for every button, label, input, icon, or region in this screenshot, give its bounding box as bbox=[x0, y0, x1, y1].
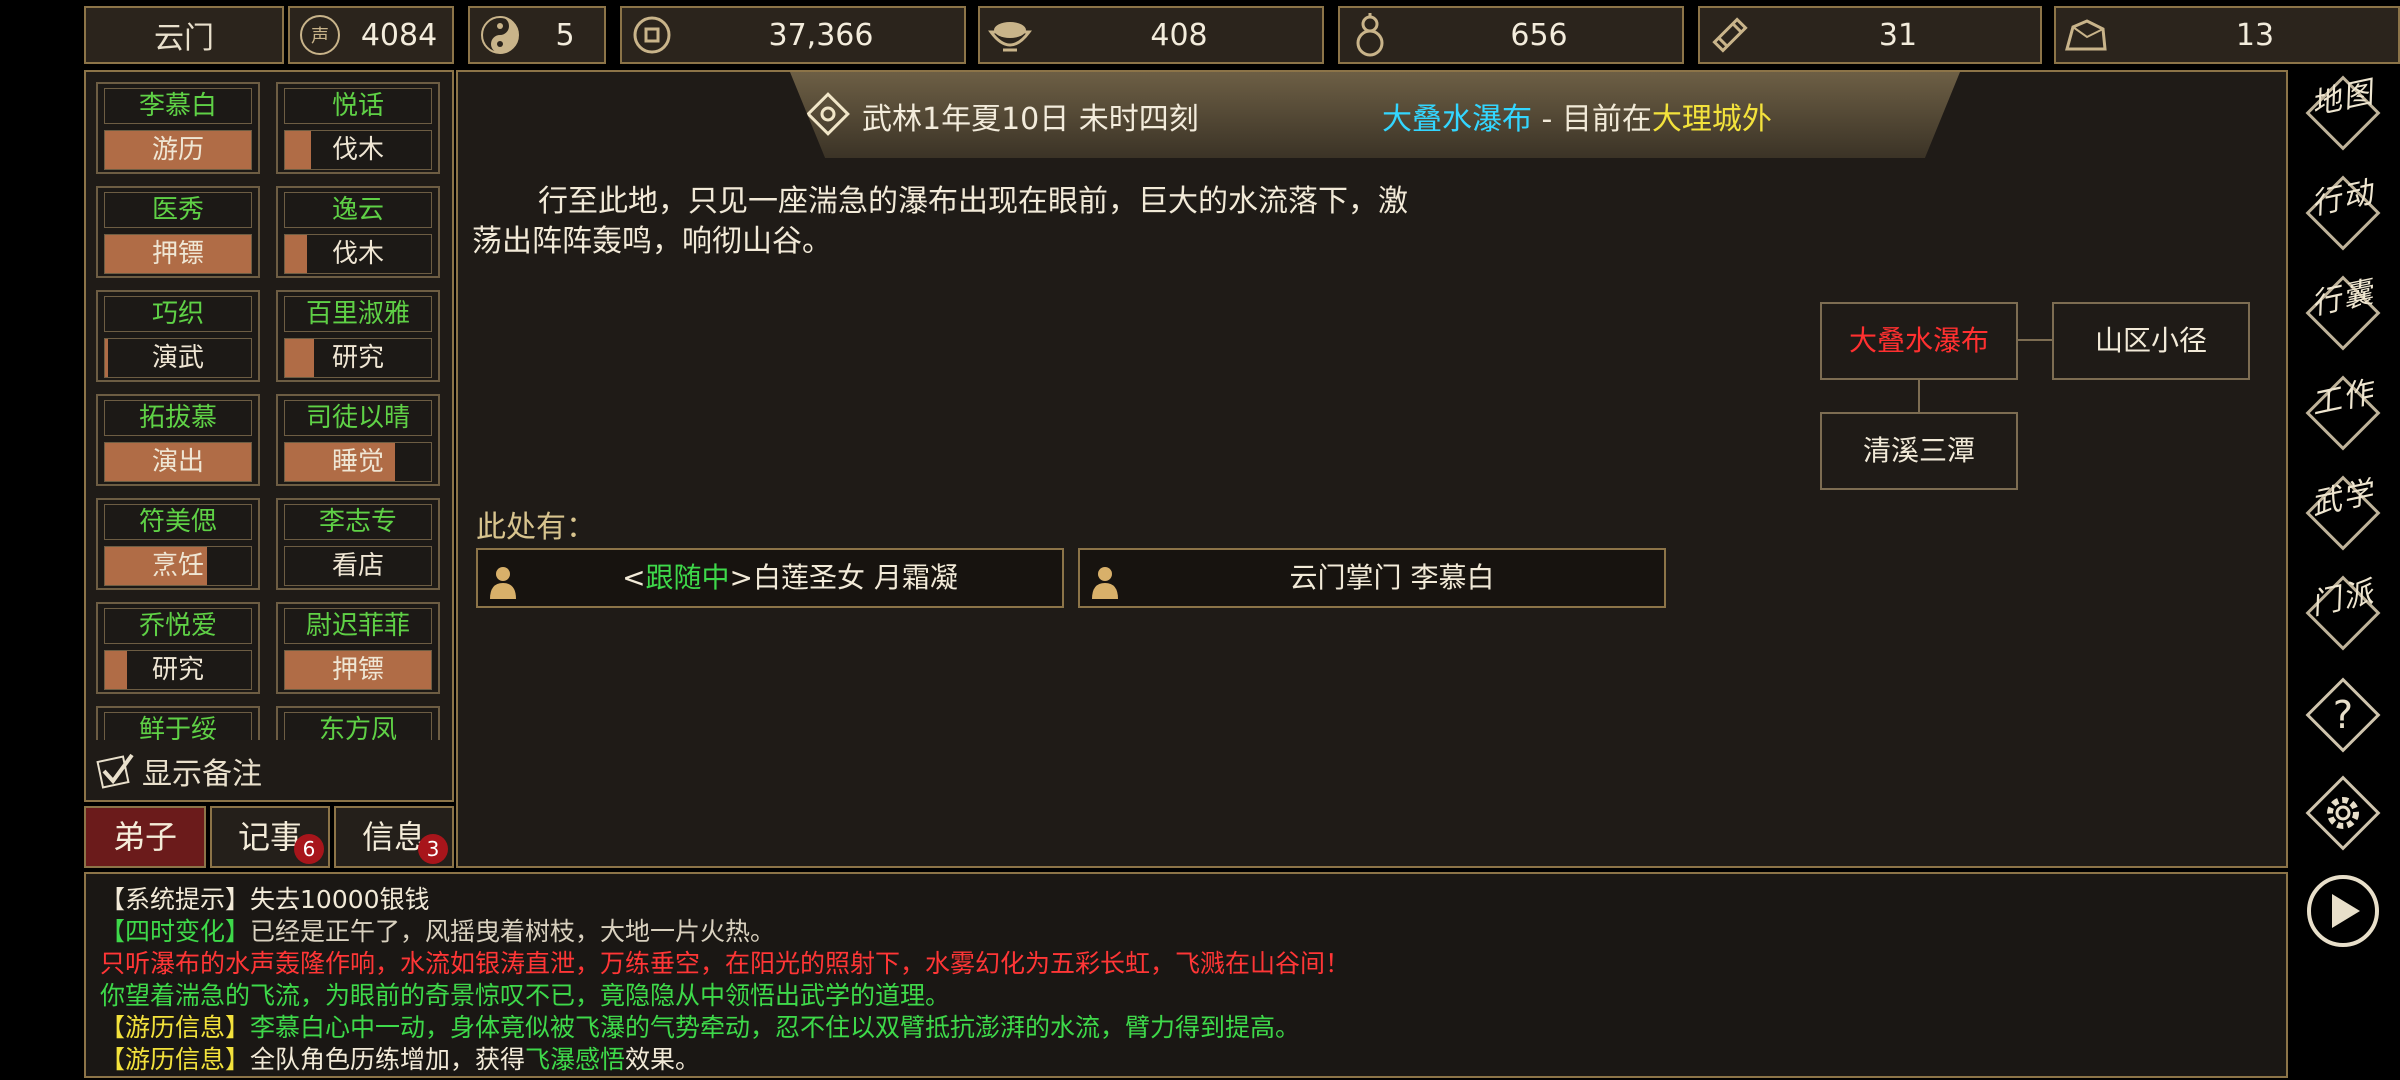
map-node-east-label: 山区小径 bbox=[2094, 324, 2207, 357]
help-button[interactable]: ? bbox=[2300, 672, 2386, 758]
log-tag: 【游历信息】 bbox=[100, 1045, 251, 1074]
log-line: 【系统提示】失去10000银钱 bbox=[100, 880, 430, 916]
person-icon bbox=[488, 562, 518, 618]
here-label: 此处有： bbox=[476, 510, 596, 545]
gear-icon bbox=[2305, 775, 2381, 851]
log-text: 李慕白心中一动，身体竟似被飞瀑的气势牵动，忍不住以双臂抵抗澎湃的水流，臂力得到提… bbox=[250, 1013, 1301, 1042]
map-node-south[interactable]: 清溪三潭 bbox=[1820, 412, 2018, 490]
menu-button[interactable]: 门派 bbox=[2300, 570, 2386, 656]
person-sect-leader-name: 云门掌门 李慕白 bbox=[1289, 561, 1495, 594]
map-node-east[interactable]: 山区小径 bbox=[2052, 302, 2250, 380]
follow-tag: 跟随中 bbox=[645, 561, 730, 594]
menu-button[interactable]: 行动 bbox=[2300, 170, 2386, 256]
log-text: 失去10000银钱 bbox=[250, 885, 430, 914]
menu-button[interactable]: 地图 bbox=[2300, 70, 2386, 156]
log-text: 全队角色历练增加，获得 bbox=[250, 1045, 526, 1074]
person-icon bbox=[1090, 562, 1120, 618]
next-turn-button[interactable] bbox=[2300, 868, 2386, 954]
person-follower-text: <跟随中>白莲圣女 月霜凝 bbox=[528, 550, 1052, 606]
menu-button[interactable]: 武学 bbox=[2300, 470, 2386, 556]
menu-button[interactable]: 行囊 bbox=[2300, 270, 2386, 356]
follow-suffix: > bbox=[729, 561, 754, 594]
map-node-current[interactable]: 大叠水瀑布 bbox=[1820, 302, 2018, 380]
help-icon: ? bbox=[2305, 677, 2381, 753]
log-highlight: 飞瀑感悟 bbox=[525, 1045, 626, 1074]
settings-button[interactable] bbox=[2300, 770, 2386, 856]
log-line: 【游历信息】全队角色历练增加，获得飞瀑感悟效果。 bbox=[100, 1040, 700, 1076]
log-text: 效果。 bbox=[625, 1045, 701, 1074]
log-tag: 【游历信息】 bbox=[100, 1013, 251, 1042]
play-icon bbox=[2307, 875, 2379, 947]
log-line: 【游历信息】李慕白心中一动，身体竟似被飞瀑的气势牵动，忍不住以双臂抵抗澎湃的水流… bbox=[100, 1008, 1300, 1044]
map-node-south-label: 清溪三潭 bbox=[1862, 434, 1975, 467]
svg-text:?: ? bbox=[2333, 693, 2353, 737]
log-line: 你望着湍急的飞流，为眼前的奇景惊叹不已，竟隐隐从中领悟出武学的道理。 bbox=[100, 981, 951, 1010]
follow-prefix: < bbox=[622, 561, 646, 594]
log-tag: 【系统提示】 bbox=[100, 885, 251, 914]
log-line: 【四时变化】已经是正午了，风摇曳着树枝，大地一片火热。 bbox=[100, 912, 775, 948]
log-tag: 【四时变化】 bbox=[100, 917, 251, 946]
game-screen: 云门 声 4084 5 37,366 408 656 31 13 李慕白 游历 … bbox=[0, 0, 2400, 1080]
person-follower-name: 白莲圣女 月霜凝 bbox=[753, 561, 958, 594]
log-text: 已经是正午了，风摇曳着树枝，大地一片火热。 bbox=[250, 917, 776, 946]
menu-button[interactable]: 工作 bbox=[2300, 370, 2386, 456]
person-follower[interactable]: <跟随中>白莲圣女 月霜凝 bbox=[476, 548, 1064, 608]
map-node-current-label: 大叠水瀑布 bbox=[1848, 324, 1989, 357]
person-sect-leader[interactable]: 云门掌门 李慕白 bbox=[1078, 548, 1666, 608]
log-line: 只听瀑布的水声轰隆作响，水流如银涛直泄，万练垂空，在阳光的照射下，水雾幻化为五彩… bbox=[100, 949, 1351, 978]
